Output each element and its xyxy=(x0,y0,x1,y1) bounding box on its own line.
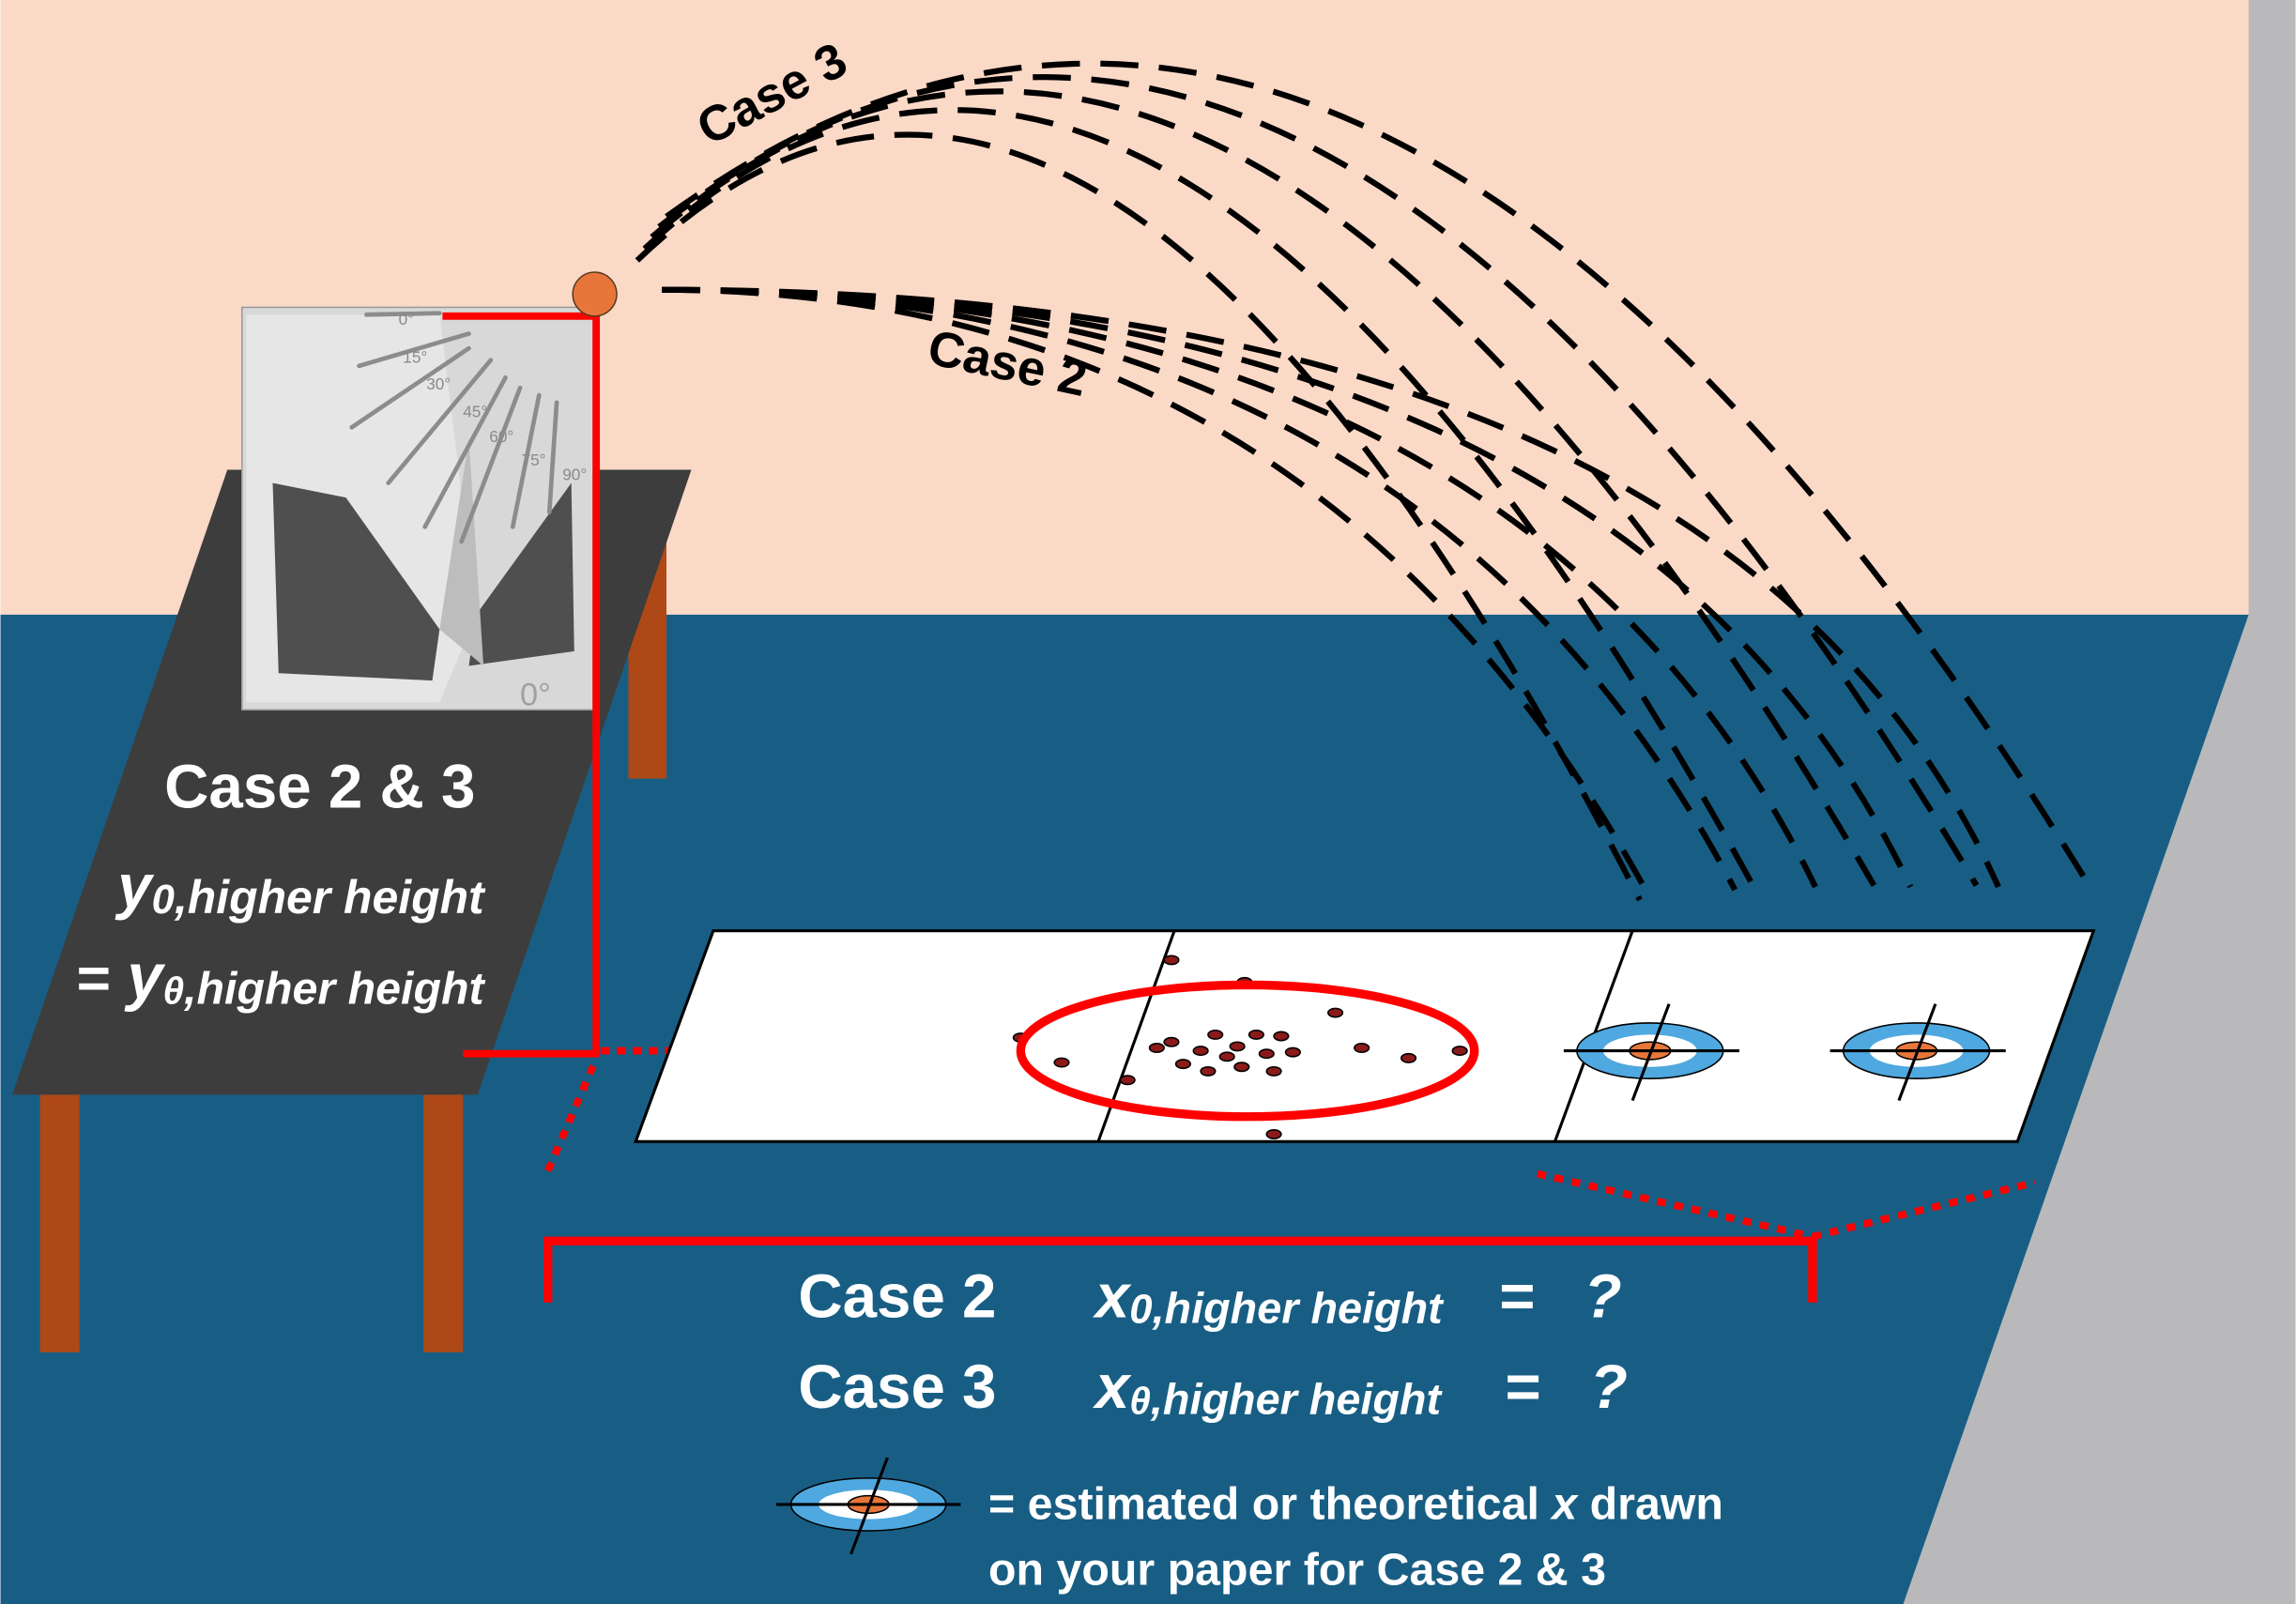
ytheta-suffix: ,higher height xyxy=(183,964,485,1015)
legend-line-1-var: x xyxy=(1549,1479,1579,1530)
xtheta-suffix: ,higher height xyxy=(1150,1374,1444,1423)
xtheta-sub: θ xyxy=(1129,1379,1151,1422)
angle-mark-bottom: 0° xyxy=(520,678,551,713)
y0-sub: 0 xyxy=(152,877,175,923)
table-leg-front-left xyxy=(39,1094,80,1352)
launcher: 0° 15° 30° 45° 60° 75° 90° 0° xyxy=(241,306,594,713)
angle-mark-15: 15° xyxy=(403,348,427,367)
ytheta-symbol: y xyxy=(124,939,165,1012)
angle-mark-30: 30° xyxy=(426,374,451,393)
eq-prefix: = xyxy=(77,946,128,1011)
x0-suffix: ,higher height xyxy=(1152,1284,1446,1333)
case3-unknown: ? xyxy=(1590,1352,1628,1421)
angle-mark-0: 0° xyxy=(399,310,414,328)
case2-unknown: ? xyxy=(1584,1261,1622,1330)
ball xyxy=(572,271,618,317)
legend-line-1-prefix: = estimated or theoretical xyxy=(988,1479,1552,1530)
projectile-diagram: 0° 15° 30° 45° 60° 75° 90° 0° Case 3 Cas… xyxy=(0,0,2296,1604)
legend-line-1: = estimated or theoretical x drawn xyxy=(988,1479,1723,1530)
table-leg-front-right xyxy=(423,1094,464,1352)
xtheta-symbol: x xyxy=(1093,1352,1132,1421)
y0-symbol: y xyxy=(115,852,155,921)
angle-mark-90: 90° xyxy=(562,465,587,483)
case3-label: Case 3 xyxy=(798,1352,996,1421)
angle-mark-75: 75° xyxy=(522,451,546,469)
x0-symbol: x xyxy=(1093,1261,1132,1330)
angle-mark-45: 45° xyxy=(463,402,487,420)
case2-equals: = xyxy=(1499,1261,1535,1330)
y0-suffix: ,higher height xyxy=(174,871,486,924)
angle-mark-60: 60° xyxy=(489,427,513,446)
case2-label: Case 2 xyxy=(798,1261,996,1330)
legend-line-2: on your paper for Case 2 & 3 xyxy=(988,1545,1606,1596)
x0-sub: 0 xyxy=(1129,1287,1152,1333)
case-2-3-title: Case 2 & 3 xyxy=(164,753,475,821)
legend-line-1-suffix: drawn xyxy=(1577,1479,1723,1530)
ytheta-sub: θ xyxy=(162,970,184,1013)
case3-equals: = xyxy=(1505,1352,1540,1421)
